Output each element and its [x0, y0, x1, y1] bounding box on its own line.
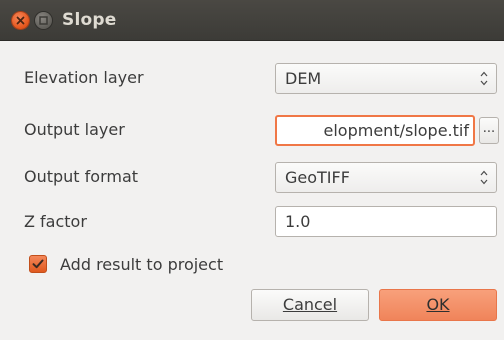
minimize-button[interactable]	[35, 12, 52, 29]
title-bar[interactable]: Slope	[0, 0, 504, 41]
output-format-select[interactable]: GeoTIFF	[275, 162, 497, 193]
output-layer-label: Output layer	[24, 120, 125, 139]
close-icon	[16, 16, 25, 25]
check-icon	[32, 259, 44, 269]
minimize-icon	[39, 16, 48, 25]
add-result-label: Add result to project	[60, 255, 224, 274]
add-result-checkbox[interactable]	[29, 255, 47, 273]
elevation-layer-label: Elevation layer	[24, 68, 144, 87]
spin-arrows-icon	[480, 71, 488, 86]
ok-button[interactable]: OK	[379, 289, 497, 321]
cancel-button[interactable]: Cancel	[251, 289, 369, 321]
z-factor-label: Z factor	[24, 212, 87, 231]
window-title: Slope	[62, 10, 117, 30]
output-format-value: GeoTIFF	[285, 168, 350, 187]
browse-button[interactable]: ...	[479, 117, 499, 144]
output-layer-input[interactable]: elopment/slope.tif	[275, 115, 475, 146]
elevation-layer-value: DEM	[285, 69, 322, 88]
elevation-layer-select[interactable]: DEM	[275, 63, 497, 94]
z-factor-input[interactable]	[275, 206, 497, 237]
spin-arrows-icon	[480, 170, 488, 185]
slope-dialog: Slope Elevation layer DEM Output layer e…	[0, 0, 504, 340]
output-format-label: Output format	[24, 167, 139, 186]
output-layer-value: elopment/slope.tif	[323, 121, 469, 140]
close-button[interactable]	[12, 12, 29, 29]
